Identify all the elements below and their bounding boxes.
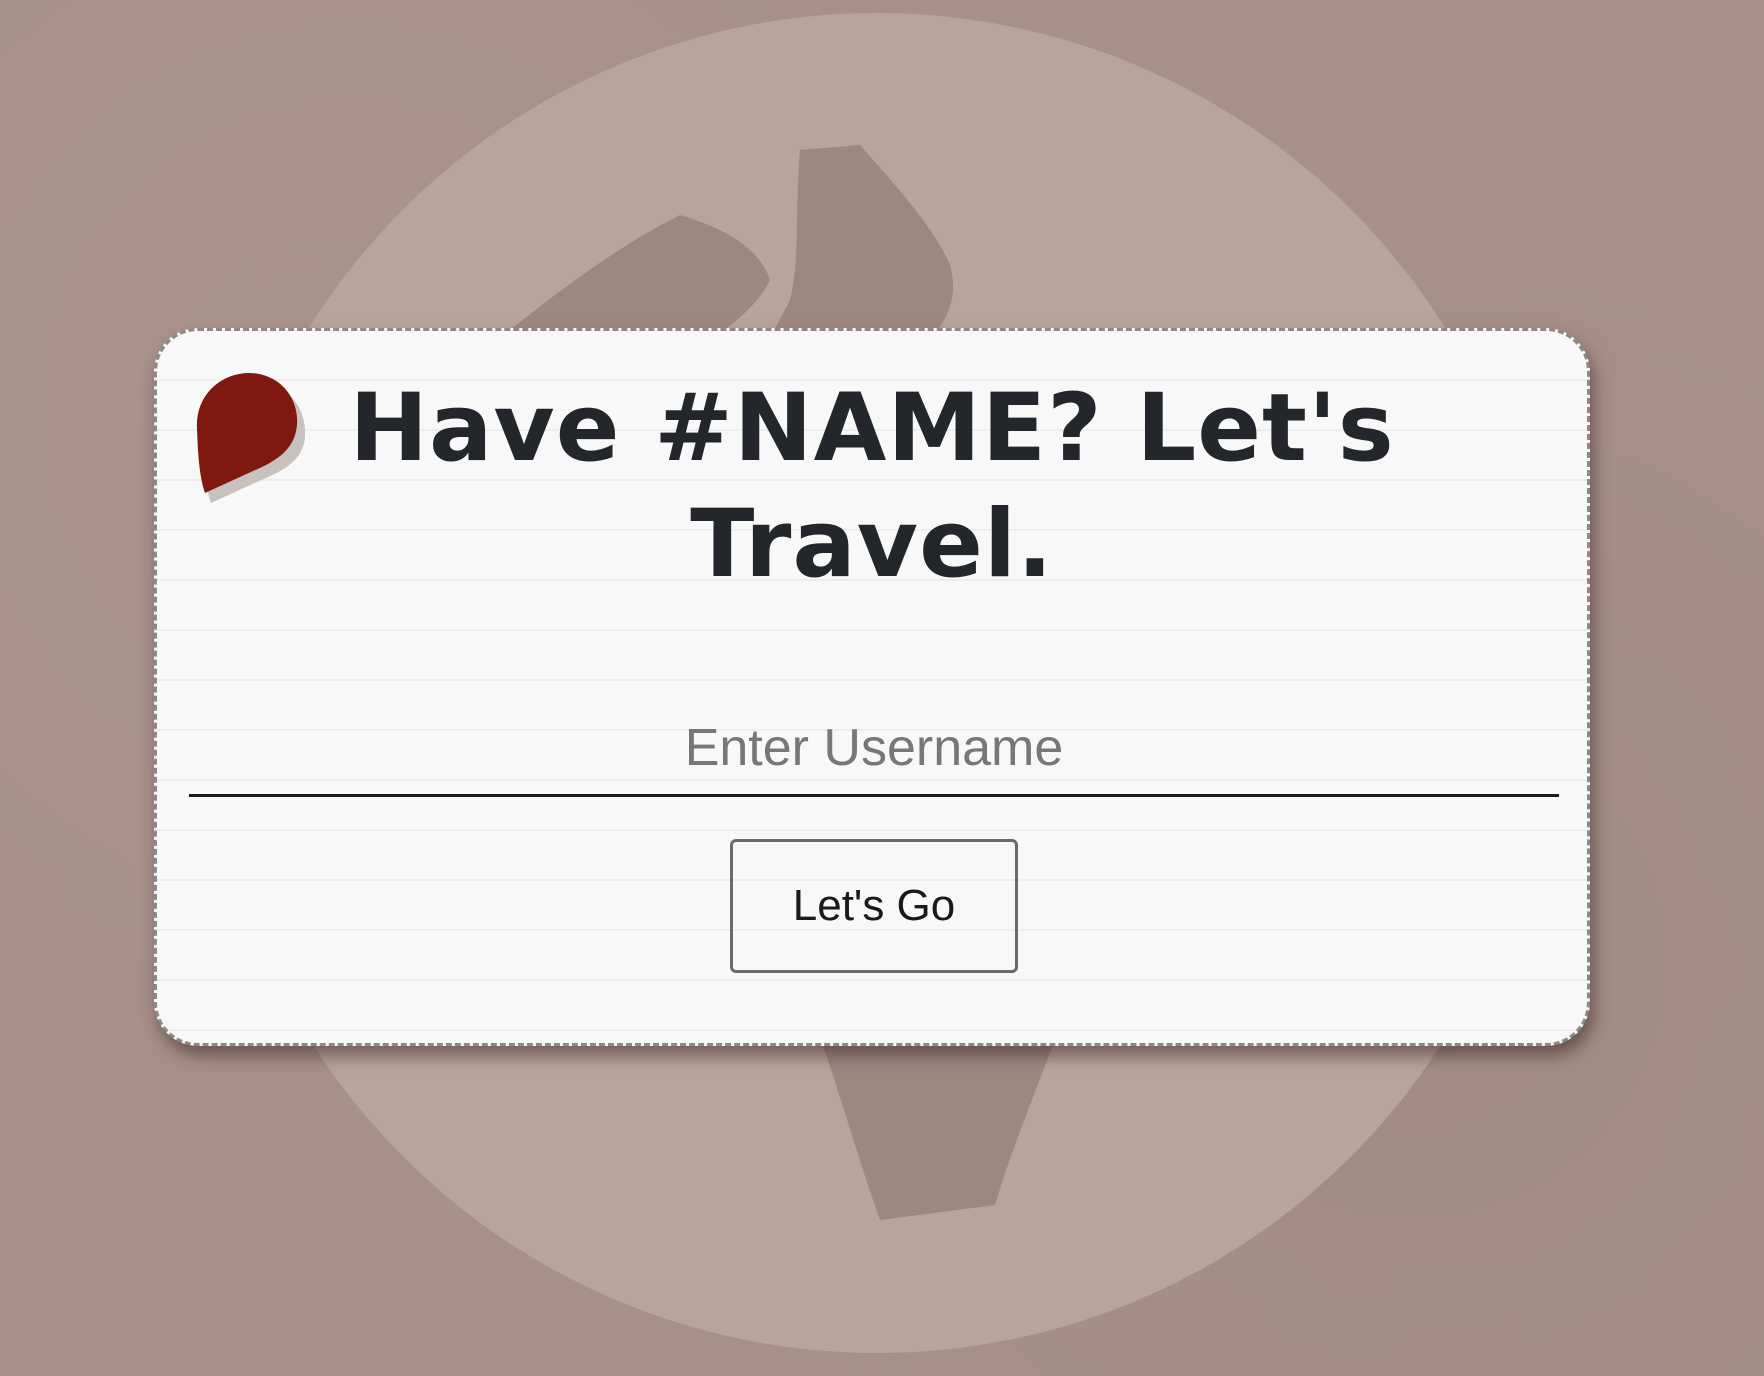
login-card: Have #NAME? Let's Travel. Let's Go (154, 328, 1590, 1046)
username-input[interactable] (189, 701, 1559, 797)
map-pin-icon (196, 373, 305, 503)
page-title: Have #NAME? Let's Travel. (349, 374, 1395, 599)
lets-go-button[interactable]: Let's Go (730, 839, 1018, 973)
